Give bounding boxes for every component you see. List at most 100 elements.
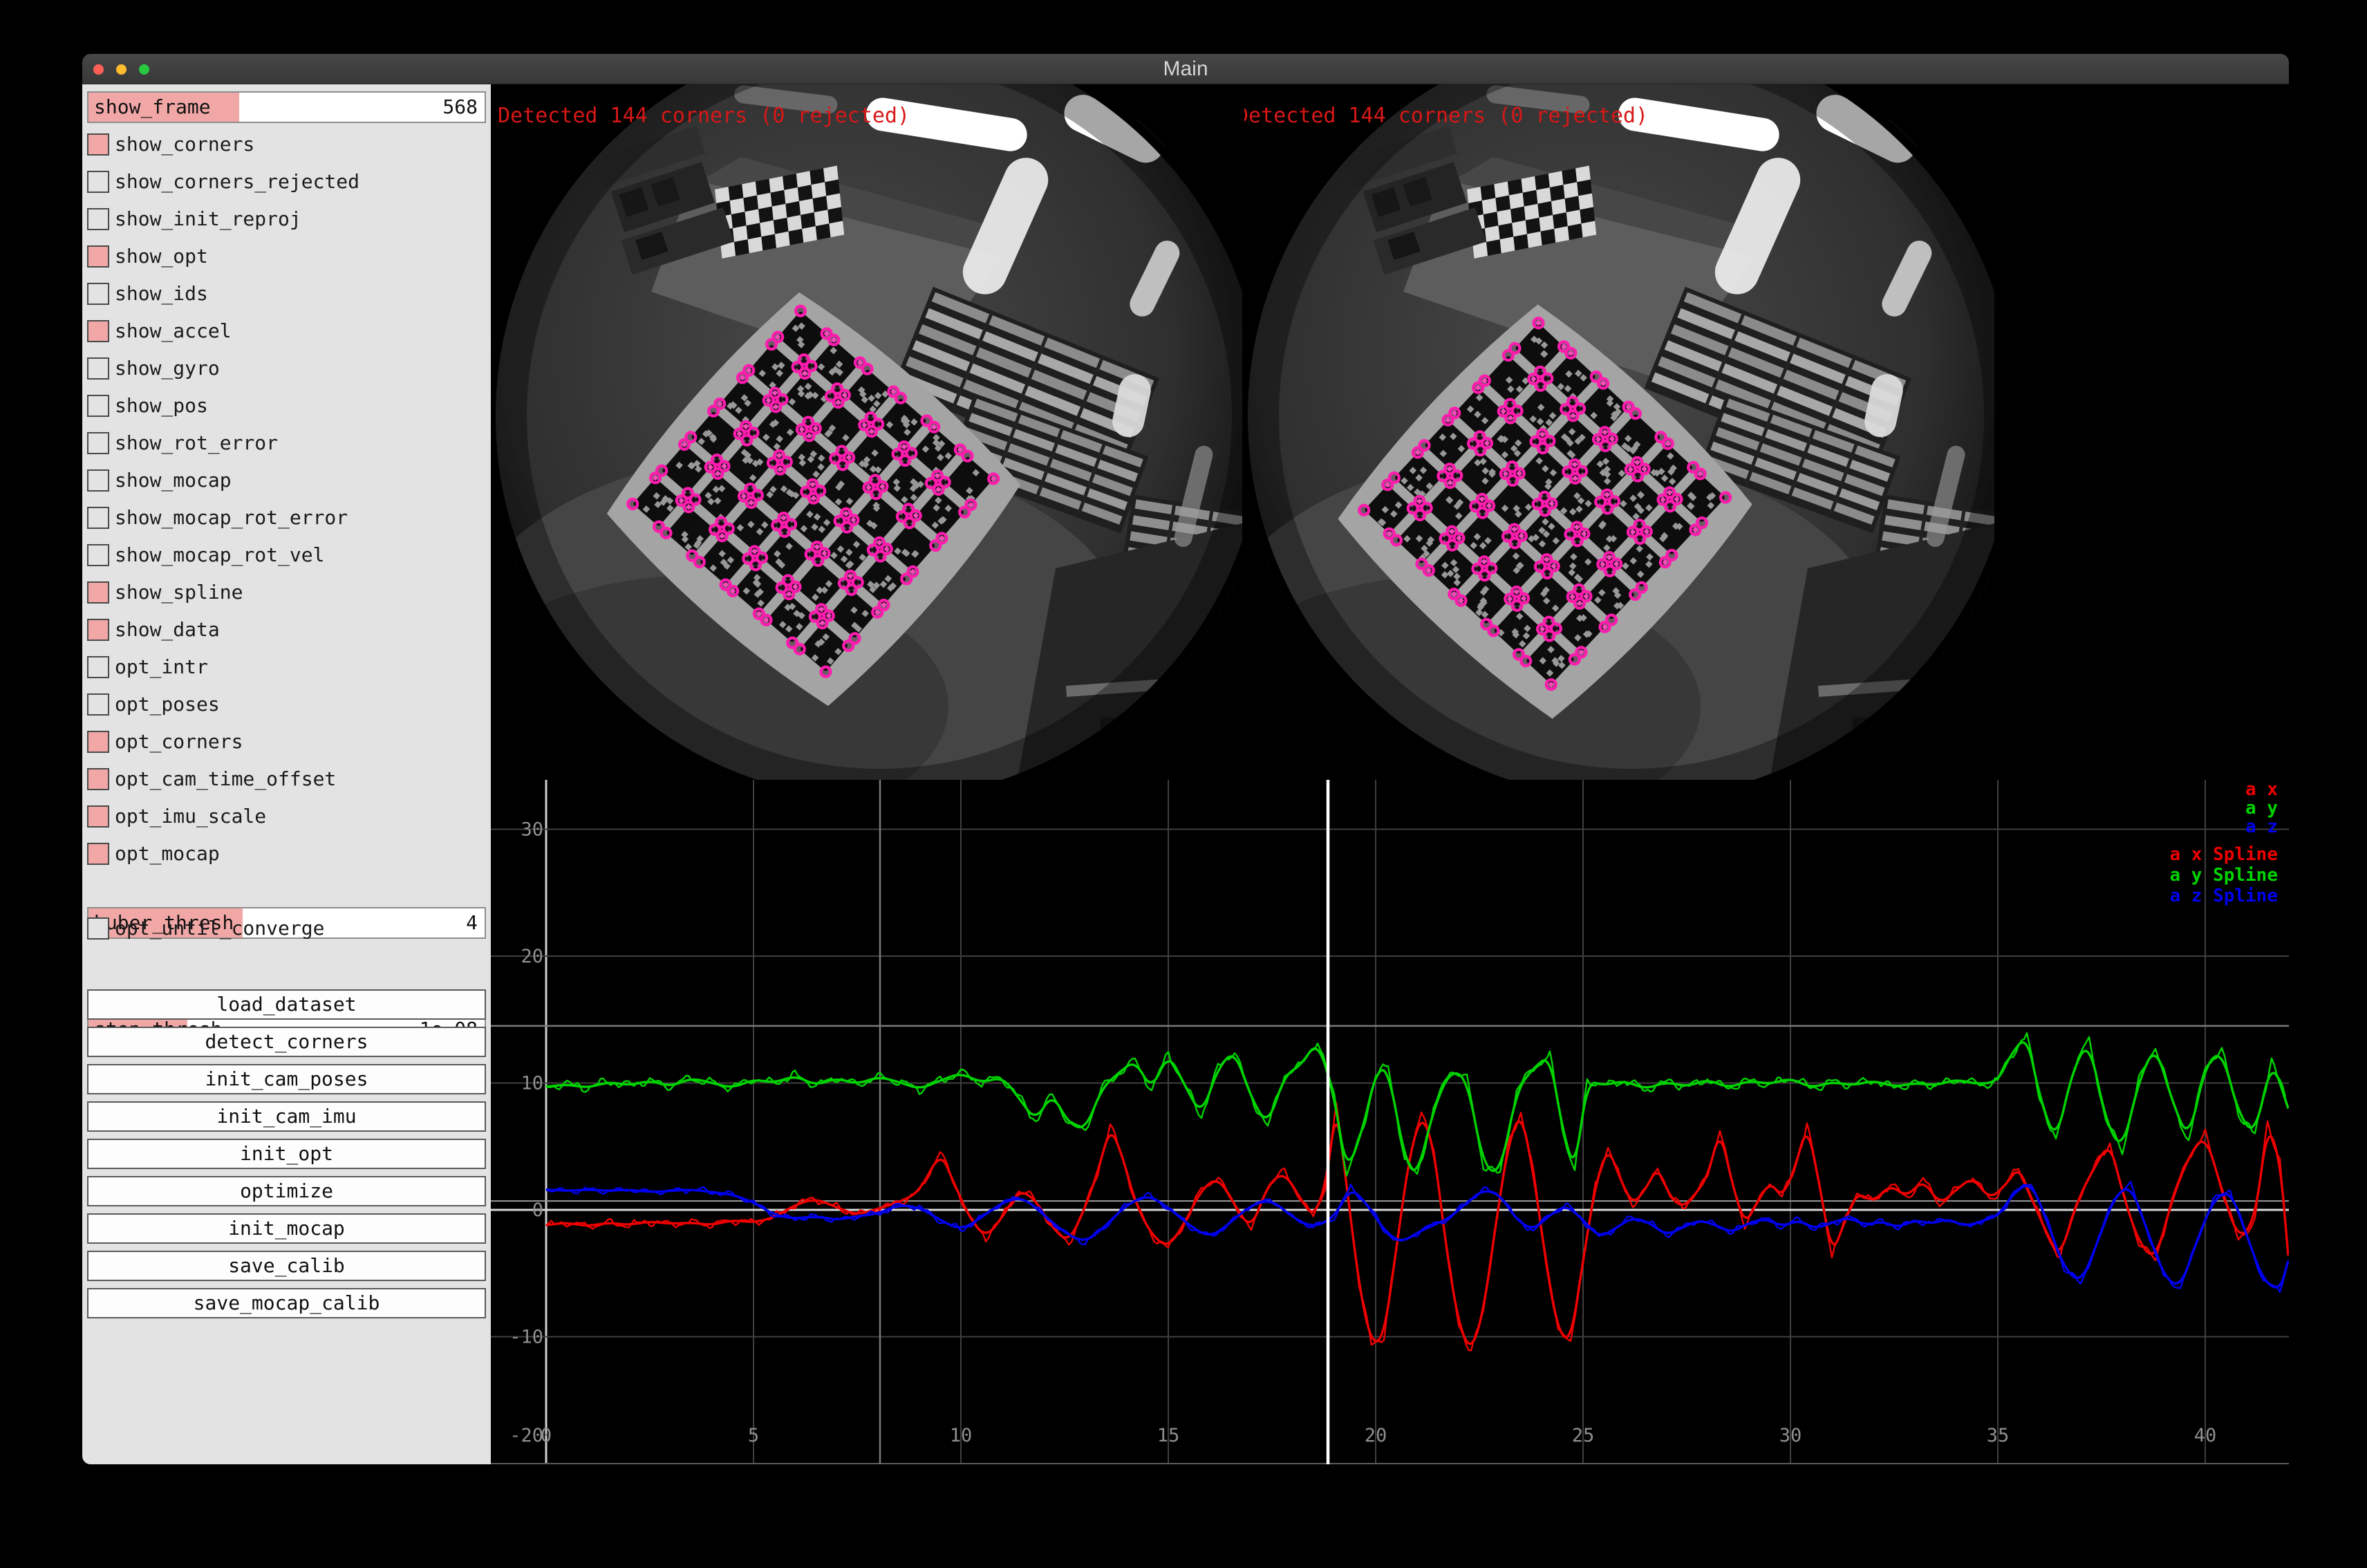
checkbox-opt_poses[interactable] [87, 693, 109, 716]
checkbox-show_mocap[interactable] [87, 469, 109, 492]
checkbox-show_data[interactable] [87, 619, 109, 641]
accel-plot[interactable]: 0510152025303540-20-100102030a xa ya za … [491, 780, 2289, 1464]
checkbox-label: show_mocap_rot_error [115, 507, 348, 529]
checkbox-row-show_accel: show_accel [87, 320, 486, 344]
checkbox-row-opt_imu_scale: opt_imu_scale [87, 805, 486, 829]
checkbox-label: opt_cam_time_offset [115, 768, 336, 790]
checkbox-show_mocap_rot_vel[interactable] [87, 544, 109, 566]
load_dataset-button[interactable]: load_dataset [87, 989, 486, 1020]
x-tick-label: 15 [1157, 1425, 1180, 1446]
checkbox-row-show_corners_rejected: show_corners_rejected [87, 171, 486, 194]
checkbox-opt_until_converge[interactable] [87, 917, 109, 940]
main-window: Main show_frame568 show_corners show_corne… [82, 54, 2289, 1464]
checkbox-row-show_data: show_data [87, 619, 486, 642]
accel-plot-svg: 0510152025303540-20-100102030a xa ya za … [491, 780, 2289, 1464]
checkbox-label: opt_corners [115, 731, 243, 753]
save_calib-button[interactable]: save_calib [87, 1251, 486, 1281]
legend-entry: a x [2245, 780, 2278, 800]
y-tick-label: 30 [521, 819, 543, 841]
checkbox-label: show_spline [115, 581, 243, 604]
init_opt-button[interactable]: init_opt [87, 1139, 486, 1169]
x-tick-label: 20 [1365, 1425, 1387, 1446]
checkbox-show_init_reproj[interactable] [87, 208, 109, 230]
checkbox-row-show_corners: show_corners [87, 133, 486, 157]
legend-entry: a y [2245, 798, 2278, 819]
checkbox-row-opt_poses: opt_poses [87, 693, 486, 717]
camera-view-left: Detected 144 corners (0 rejected) [492, 84, 1242, 780]
checkbox-row-opt_cam_time_offset: opt_cam_time_offset [87, 768, 486, 792]
corner-detection-status-right: Detected 144 corners (0 rejected) [1244, 104, 1648, 128]
checkbox-opt_mocap[interactable] [87, 843, 109, 865]
x-tick-label: 30 [1779, 1425, 1802, 1446]
legend-entry: a z [2245, 816, 2278, 837]
checkbox-row-show_rot_error: show_rot_error [87, 432, 486, 456]
checkbox-label: show_accel [115, 320, 232, 342]
checkbox-show_accel[interactable] [87, 320, 109, 342]
checkbox-row-show_gyro: show_gyro [87, 357, 486, 381]
y-tick-label: -20 [509, 1425, 543, 1446]
y-tick-label: -10 [509, 1327, 543, 1348]
checkbox-show_spline[interactable] [87, 581, 109, 604]
checkbox-opt_imu_scale[interactable] [87, 805, 109, 828]
camera-image-left [492, 84, 1242, 780]
slider-label: show_frame [94, 93, 211, 122]
init_cam_poses-button[interactable]: init_cam_poses [87, 1064, 486, 1094]
checkbox-show_corners_rejected[interactable] [87, 171, 109, 193]
checkbox-label: show_corners_rejected [115, 171, 359, 193]
x-tick-label: 40 [2194, 1425, 2217, 1446]
checkbox-label: opt_poses [115, 693, 220, 716]
checkbox-row-show_mocap: show_mocap [87, 469, 486, 493]
x-tick-label: 25 [1572, 1425, 1595, 1446]
checkbox-row-show_spline: show_spline [87, 581, 486, 605]
checkbox-opt_corners[interactable] [87, 731, 109, 753]
checkbox-show_mocap_rot_error[interactable] [87, 507, 109, 529]
y-tick-label: 10 [521, 1073, 543, 1094]
checkbox-label: show_ids [115, 283, 208, 305]
x-tick-label: 5 [748, 1425, 759, 1446]
x-tick-label: 35 [1987, 1425, 2010, 1446]
checkbox-row-opt_mocap: opt_mocap [87, 843, 486, 866]
checkbox-label: opt_mocap [115, 843, 220, 865]
checkbox-row-opt_corners: opt_corners [87, 731, 486, 754]
checkbox-opt_intr[interactable] [87, 656, 109, 678]
legend-entry: a z Spline [2169, 886, 2278, 906]
checkbox-label: show_opt [115, 245, 208, 268]
legend-entry: a y Spline [2169, 865, 2278, 886]
window-title: Main [82, 54, 2289, 84]
checkbox-show_pos[interactable] [87, 395, 109, 417]
titlebar[interactable]: Main [82, 54, 2289, 84]
checkbox-label: show_mocap_rot_vel [115, 544, 324, 566]
checkbox-opt_cam_time_offset[interactable] [87, 768, 109, 790]
checkbox-label: show_init_reproj [115, 208, 301, 230]
save_mocap_calib-button[interactable]: save_mocap_calib [87, 1288, 486, 1318]
camera-image-right [1244, 84, 1994, 780]
checkbox-label: opt_intr [115, 656, 208, 678]
checkbox-row-show_opt: show_opt [87, 245, 486, 269]
checkbox-row-show_mocap_rot_error: show_mocap_rot_error [87, 507, 486, 530]
checkbox-row-show_mocap_rot_vel: show_mocap_rot_vel [87, 544, 486, 568]
checkbox-label: show_data [115, 619, 220, 641]
checkbox-label: show_corners [115, 133, 254, 156]
y-tick-label: 20 [521, 946, 543, 967]
checkbox-label: show_mocap [115, 469, 232, 492]
detect_corners-button[interactable]: detect_corners [87, 1027, 486, 1057]
checkbox-row-show_ids: show_ids [87, 283, 486, 306]
optimize-button[interactable]: optimize [87, 1176, 486, 1206]
control-sidebar: show_frame568 show_corners show_corners_re… [82, 84, 491, 1464]
checkbox-label: opt_until_converge [115, 917, 324, 940]
checkbox-row-show_init_reproj: show_init_reproj [87, 208, 486, 232]
checkbox-label: opt_imu_scale [115, 805, 266, 828]
checkbox-show_opt[interactable] [87, 245, 109, 268]
x-tick-label: 10 [950, 1425, 973, 1446]
checkbox-show_rot_error[interactable] [87, 432, 109, 454]
checkbox-show_gyro[interactable] [87, 357, 109, 380]
checkbox-label: show_rot_error [115, 432, 278, 454]
checkbox-show_corners[interactable] [87, 133, 109, 156]
y-tick-label: 0 [532, 1200, 543, 1221]
checkbox-label: show_pos [115, 395, 208, 417]
init_cam_imu-button[interactable]: init_cam_imu [87, 1101, 486, 1132]
slider-show_frame[interactable]: show_frame568 [87, 91, 486, 123]
init_mocap-button[interactable]: init_mocap [87, 1213, 486, 1244]
checkbox-show_ids[interactable] [87, 283, 109, 305]
checkbox-label: show_gyro [115, 357, 220, 380]
